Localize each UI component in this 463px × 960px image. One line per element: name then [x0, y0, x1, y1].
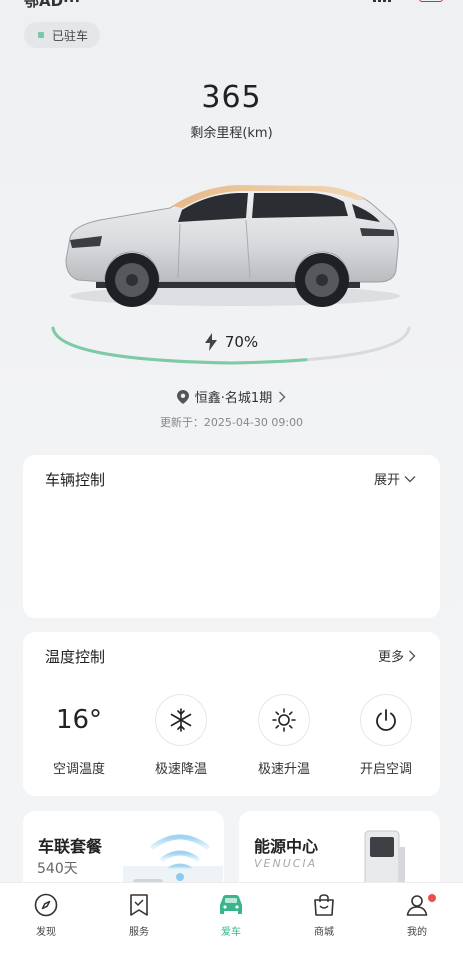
venucia-brand-text: VENUCIA [254, 857, 318, 870]
climate-control-title: 温度控制 [45, 648, 106, 666]
parking-status-badge: 已驻车 [24, 22, 101, 48]
power-icon [376, 709, 396, 731]
more-button[interactable]: 更多 [378, 646, 416, 665]
last-updated-text: 更新于：2025-04-30 09:00 [159, 416, 304, 429]
lightning-icon [204, 333, 217, 351]
car-image[interactable] [60, 178, 405, 313]
tab-discover-label: 发现 [36, 927, 56, 938]
compass-icon [34, 893, 58, 917]
energy-center-title: 能源中心 [254, 837, 319, 856]
rapid-cool-label: 极速降温 [154, 762, 207, 777]
parking-dot-icon [38, 32, 44, 38]
tab-my-car-label: 爱车 [221, 927, 241, 938]
remaining-range-label: 剩余里程(km) [190, 126, 273, 141]
user-icon [406, 895, 428, 916]
rapid-cool-button[interactable]: 极速降温 [141, 694, 221, 777]
ac-temperature-value: 16° [55, 705, 103, 735]
tab-discover[interactable]: 发现 [6, 891, 86, 938]
chevron-down-icon [404, 475, 416, 482]
status-bar: 鄂AD··· 4G [0, 0, 463, 10]
rapid-heat-button[interactable]: 极速升温 [244, 694, 324, 777]
tab-service-label: 服务 [129, 927, 149, 938]
tab-service[interactable]: 服务 [99, 891, 179, 938]
status-bar-left: 鄂AD··· [24, 0, 81, 10]
signal-icon [373, 0, 392, 2]
status-bar-right: 4G [373, 0, 443, 3]
bookmark-icon [130, 894, 148, 916]
tab-mall-label: 商城 [314, 927, 334, 938]
parking-status-label: 已驻车 [52, 28, 89, 43]
connectivity-package-days: 540天 [37, 861, 78, 877]
expand-label: 展开 [373, 473, 400, 488]
car-icon [220, 895, 242, 914]
shopping-bag-icon [314, 894, 334, 916]
notification-dot [428, 894, 436, 902]
battery-percent: 70% [224, 333, 259, 351]
remaining-range-value: 365 [201, 80, 262, 115]
suv-illustration [65, 185, 400, 307]
location-link[interactable]: 恒鑫·名城1期 [0, 387, 463, 406]
climate-control-card: 温度控制 更多 16° 空调温度 极速降温 极速升温 开启空调 [23, 632, 440, 796]
location-name: 恒鑫·名城1期 [194, 391, 273, 406]
rapid-heat-label: 极速升温 [257, 762, 310, 777]
location-pin-icon [176, 389, 189, 404]
tab-me[interactable]: 我的 [377, 891, 457, 938]
battery-level: 70% [0, 333, 463, 351]
bottom-tab-bar: 发现 服务 爱车 商城 我的 [0, 882, 463, 960]
ac-temperature-label: 空调温度 [52, 762, 105, 777]
chevron-right-icon [409, 650, 416, 661]
tab-me-label: 我的 [407, 927, 427, 938]
battery-low-icon [419, 0, 443, 2]
sun-icon [272, 708, 296, 732]
ac-power-label: 开启空调 [359, 762, 412, 777]
chevron-right-icon [279, 391, 286, 402]
connectivity-package-title: 车联套餐 [38, 837, 103, 856]
network-type: 4G [397, 0, 413, 3]
snowflake-icon [170, 708, 192, 732]
expand-button[interactable]: 展开 [374, 469, 416, 488]
more-label: 更多 [377, 650, 404, 665]
tab-my-car[interactable]: 爱车 [191, 891, 271, 938]
ac-temperature[interactable]: 16° 空调温度 [39, 694, 119, 777]
tab-mall[interactable]: 商城 [284, 891, 364, 938]
vehicle-control-title: 车辆控制 [45, 471, 106, 489]
ac-power-button[interactable]: 开启空调 [346, 694, 426, 777]
vehicle-control-card: 车辆控制 展开 [23, 455, 440, 618]
